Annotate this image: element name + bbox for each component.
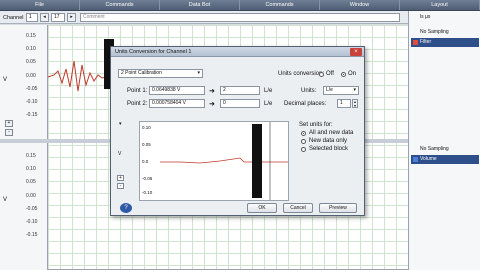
decimal-places-field[interactable]: 1 xyxy=(337,99,351,108)
tick-u0: 0.15 xyxy=(26,33,36,39)
tick-u4: -0.05 xyxy=(26,86,38,92)
tick-l2: 0.05 xyxy=(26,179,36,185)
new-data-label: New data only xyxy=(309,138,348,144)
conversion-on-label: On xyxy=(348,71,357,77)
all-data-radio[interactable] xyxy=(301,131,306,136)
units-conversion-label: Units conversion: xyxy=(278,71,325,77)
tick-u5: -0.10 xyxy=(26,99,38,105)
tick-l1: 0.10 xyxy=(26,166,36,172)
new-data-radio[interactable] xyxy=(301,139,306,144)
menubar: File Commands Data Bot Commands Window L… xyxy=(0,0,480,11)
arrow-icon: ➜ xyxy=(209,88,215,95)
mini-y-unit: ▾ xyxy=(119,121,122,127)
preview-plot: 0.10 0.05 0.0 -0.05 -0.10 xyxy=(139,121,289,201)
conversion-off-radio[interactable] xyxy=(319,72,324,77)
side-bottom-channel-label: Volume xyxy=(420,156,437,162)
selection-block[interactable] xyxy=(252,124,262,198)
channel-color-swatch xyxy=(413,40,418,45)
menu-layout[interactable]: Layout xyxy=(400,0,480,10)
help-icon[interactable]: ? xyxy=(120,203,132,213)
channel-select[interactable]: 1 xyxy=(26,13,38,22)
tick-u3: 0.00 xyxy=(26,73,36,79)
mini-tick-1: 0.05 xyxy=(142,142,151,147)
y-axis-unit-lower: V xyxy=(3,197,8,203)
tick-l6: -0.15 xyxy=(26,232,38,238)
mini-tick-3: -0.05 xyxy=(142,176,153,181)
side-bottom-sampling[interactable]: No Sampling xyxy=(411,145,479,154)
comment-field[interactable]: Comment xyxy=(80,13,400,22)
mini-tick-0: 0.10 xyxy=(142,125,151,130)
tick-l4: -0.05 xyxy=(26,206,38,212)
mini-tick-4: -0.10 xyxy=(142,190,153,195)
channel-side-panel: ls µs No Sampling Filter No Sampling Vol… xyxy=(408,11,480,270)
menu-file[interactable]: File xyxy=(0,0,80,10)
tick-l5: -0.10 xyxy=(26,219,38,225)
point1-unit: L/e xyxy=(264,88,273,94)
close-icon[interactable]: × xyxy=(350,48,362,56)
tick-l0: 0.15 xyxy=(26,153,36,159)
arrow-icon: ➜ xyxy=(209,101,215,108)
tick-u2: 0.05 xyxy=(26,59,36,65)
side-top-channel[interactable]: Filter xyxy=(411,38,479,47)
tick-l3: 0.00 xyxy=(26,193,36,199)
units-select[interactable]: L/e xyxy=(323,86,359,95)
prev-page-button[interactable]: ◂ xyxy=(40,13,49,22)
side-top-value: ls µs xyxy=(420,14,431,20)
y-axis-strip: V V 0.15 0.10 0.05 0.00 -0.05 -0.10 -0.1… xyxy=(0,25,48,270)
units-conversion-dialog: Units Conversion for Channel 1 × 2 Point… xyxy=(110,46,365,216)
set-units-label: Set units for: xyxy=(299,122,333,128)
selected-block-radio[interactable] xyxy=(301,147,306,152)
all-data-label: All and new data xyxy=(309,130,354,136)
tick-u6: -0.15 xyxy=(26,112,38,118)
channel-label: Channel xyxy=(3,15,24,21)
mini-zoom-in[interactable]: + xyxy=(117,175,124,181)
menu-commands[interactable]: Commands xyxy=(80,0,160,10)
point2-value-field[interactable]: 0 xyxy=(220,99,260,108)
conversion-on-radio[interactable] xyxy=(341,72,346,77)
point1-label: Point 1: xyxy=(127,88,148,94)
menu-data-bot[interactable]: Data Bot xyxy=(160,0,240,10)
point1-volts: 0.0649838 V xyxy=(149,86,205,95)
zoom-out-button[interactable]: - xyxy=(5,129,13,136)
channel-color-swatch-2 xyxy=(413,157,418,162)
point2-volts: 0.000758404 V xyxy=(149,99,205,108)
y-axis-unit-upper: V xyxy=(3,77,8,83)
preview-trace xyxy=(160,122,288,200)
cancel-button[interactable]: Cancel xyxy=(283,203,313,213)
decimal-stepper[interactable]: ▴ ▾ xyxy=(352,99,358,108)
next-page-button[interactable]: ▸ xyxy=(67,13,76,22)
conversion-off-label: Off xyxy=(326,71,334,77)
mini-zoom-out[interactable]: - xyxy=(117,183,124,189)
mini-axis-strip: ▾ V + - xyxy=(117,121,127,201)
mini-y-axis-label: V xyxy=(118,151,122,157)
menu-window[interactable]: Window xyxy=(320,0,400,10)
side-bottom-channel[interactable]: Volume xyxy=(411,155,479,164)
mini-tick-2: 0.0 xyxy=(142,159,149,164)
calibration-mode-select[interactable]: 2 Point Calibration xyxy=(118,69,203,78)
point1-value-field[interactable]: 2 xyxy=(220,86,260,95)
menu-commands-2[interactable]: Commands xyxy=(240,0,320,10)
decimal-places-label: Decimal places: xyxy=(284,101,327,107)
preview-button[interactable]: Preview xyxy=(319,203,357,213)
point2-label: Point 2: xyxy=(127,101,148,107)
units-label: Units: xyxy=(301,88,317,94)
point2-unit: L/e xyxy=(264,101,273,107)
ok-button[interactable]: OK xyxy=(247,203,277,213)
tick-u1: 0.10 xyxy=(26,46,36,52)
selected-block-label: Selected block xyxy=(309,146,349,152)
page-field[interactable]: 17 xyxy=(51,13,65,22)
side-top-sampling[interactable]: No Sampling xyxy=(411,28,479,37)
zoom-in-button[interactable]: + xyxy=(5,120,13,127)
dialog-title: Units Conversion for Channel 1 xyxy=(111,47,364,57)
side-top-channel-label: Filter xyxy=(420,39,432,45)
